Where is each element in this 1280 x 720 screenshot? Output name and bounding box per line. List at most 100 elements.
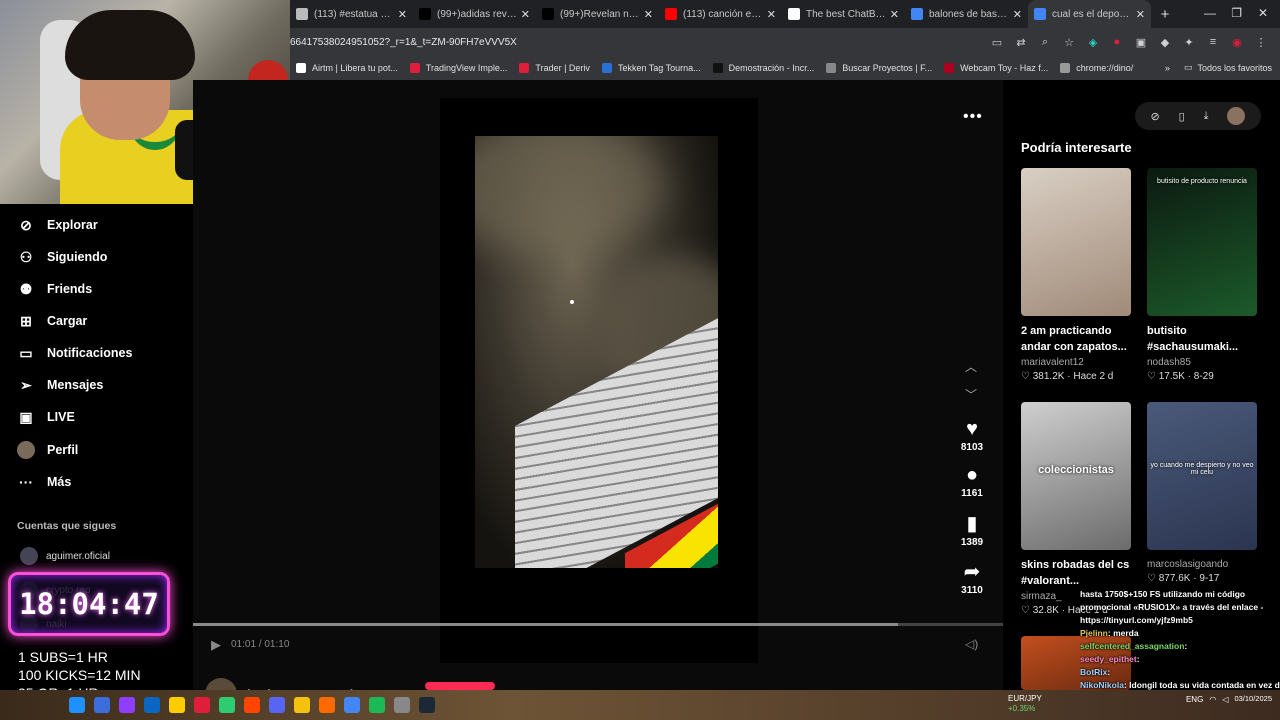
extension-icon[interactable]: ● — [1110, 36, 1124, 48]
followed-account[interactable]: aguimer.oficial — [20, 547, 110, 565]
sidebar-item-cargar[interactable]: ⊞ Cargar — [17, 312, 87, 330]
bookmark-item[interactable]: Trader | Deriv — [519, 63, 590, 73]
close-tab-icon[interactable]: ✕ — [1013, 8, 1022, 21]
extension-icon[interactable]: ◆ — [1158, 36, 1172, 49]
taskbar-app-icon[interactable] — [194, 697, 210, 713]
taskbar-app-icon[interactable] — [294, 697, 310, 713]
video-thumbnail[interactable]: yo cuando me despierto y no veo mi celu — [1147, 402, 1257, 550]
card-author[interactable]: nodash85 — [1147, 357, 1257, 368]
extension-icon[interactable]: ◈ — [1086, 36, 1100, 49]
phone-icon[interactable]: ▯ — [1179, 110, 1185, 123]
recommendation-card[interactable]: 2 am practicando andar con zapatos... mar… — [1021, 168, 1131, 382]
url-field[interactable]: 66417538024951052?_r=1&_t=ZM-90FH7eVVV5X — [290, 37, 990, 48]
sidebar-item-mensajes[interactable]: ➢ Mensajes — [17, 376, 103, 394]
taskbar-app-icon[interactable] — [269, 697, 285, 713]
compass-icon[interactable]: ⊘ — [1150, 110, 1159, 123]
chevron-up-icon[interactable]: ︿ — [965, 358, 977, 375]
recommendation-card[interactable]: coleccionistas skins robadas del cs #valo… — [1021, 402, 1131, 616]
taskbar-app-icon[interactable] — [369, 697, 385, 713]
follow-button[interactable] — [425, 682, 495, 690]
video-progress-bar[interactable] — [193, 623, 1003, 626]
reading-list-icon[interactable]: ≡ — [1206, 36, 1220, 48]
play-icon[interactable]: ▶ — [211, 637, 221, 653]
browser-tab[interactable]: (99+)adidas revealed ✕ — [413, 0, 536, 28]
sidebar-item-siguiendo[interactable]: ⚇ Siguiendo — [17, 248, 108, 266]
puzzle-icon[interactable]: ✦ — [1182, 36, 1196, 49]
browser-tab[interactable]: The best ChatBot an ✕ — [782, 0, 905, 28]
comment-button[interactable]: ● 1161 — [955, 464, 989, 499]
share-button[interactable]: ➦ 3110 — [955, 561, 989, 596]
all-bookmarks-button[interactable]: » ▭ Todos los favoritos — [1165, 62, 1272, 73]
browser-tab[interactable]: balones de basquetb ✕ — [905, 0, 1028, 28]
video-player[interactable] — [475, 136, 718, 568]
sidebar-item-ms[interactable]: ··· Más — [17, 473, 71, 491]
taskbar-app-icon[interactable] — [419, 697, 435, 713]
sidebar-item-notificaciones[interactable]: ▭ Notificaciones — [17, 344, 132, 362]
chevron-right-icon[interactable]: » — [1165, 63, 1170, 73]
cast-icon[interactable]: ▭ — [990, 36, 1004, 49]
volume-icon[interactable]: ◁) — [965, 637, 978, 651]
bookmark-item[interactable]: Tekken Tag Tourna... — [601, 63, 701, 73]
fx-widget[interactable]: EUR/JPY +0.35% — [1008, 694, 1042, 714]
browser-tab[interactable]: (113) canción exped ✕ — [659, 0, 782, 28]
taskbar-app-icon[interactable] — [169, 697, 185, 713]
speaker-icon[interactable]: ◁ — [1222, 695, 1228, 704]
bookmark-item[interactable]: chrome://dino/ — [1060, 63, 1133, 73]
close-icon[interactable]: ✕ — [1258, 6, 1268, 20]
taskbar-app-icon[interactable] — [119, 697, 135, 713]
close-tab-icon[interactable]: ✕ — [398, 8, 407, 21]
save-button[interactable]: ▮ 1389 — [955, 513, 989, 548]
bookmark-item[interactable]: Webcam Toy - Haz f... — [944, 63, 1048, 73]
bookmark-item[interactable]: Demostración - Incr... — [712, 63, 814, 73]
browser-tab[interactable]: (99+)Revelan nueva f ✕ — [536, 0, 659, 28]
card-title[interactable]: butisito #sachausumaki... — [1147, 323, 1257, 355]
card-author[interactable]: marcoslasigoando — [1147, 559, 1257, 570]
taskbar-app-icon[interactable] — [69, 697, 85, 713]
taskbar-app-icon[interactable] — [219, 697, 235, 713]
menu-kebab-icon[interactable]: ⋮ — [1254, 36, 1268, 49]
taskbar-app-icon[interactable] — [94, 697, 110, 713]
chevron-down-icon[interactable]: ﹀ — [965, 386, 977, 403]
close-tab-icon[interactable]: ✕ — [521, 8, 530, 21]
taskbar-app-icon[interactable] — [319, 697, 335, 713]
bookmark-item[interactable]: Buscar Proyectos | F... — [826, 63, 932, 73]
card-title[interactable]: skins robadas del cs #valorant... — [1021, 557, 1131, 589]
more-options-icon[interactable]: ••• — [963, 108, 983, 126]
extension-icon[interactable]: ▣ — [1134, 36, 1148, 49]
sidebar-item-live[interactable]: ▣ LIVE — [17, 408, 74, 426]
maximize-icon[interactable]: ❐ — [1231, 6, 1242, 20]
recommendation-card[interactable]: yo cuando me despierto y no veo mi celu m… — [1147, 402, 1257, 584]
close-tab-icon[interactable]: ✕ — [644, 8, 653, 21]
close-tab-icon[interactable]: ✕ — [767, 8, 776, 21]
new-tab-button[interactable]: + — [1151, 6, 1179, 23]
bookmark-star-icon[interactable]: ☆ — [1062, 36, 1076, 49]
video-thumbnail[interactable] — [1021, 168, 1131, 316]
taskbar-app-icon[interactable] — [144, 697, 160, 713]
taskbar-app-icon[interactable] — [244, 697, 260, 713]
like-button[interactable]: ♥ 8103 — [955, 418, 989, 453]
profile-icon[interactable]: ◉ — [1230, 36, 1244, 49]
tray-date[interactable]: 03/10/2025 — [1234, 694, 1272, 704]
sidebar-item-friends[interactable]: ⚉ Friends — [17, 280, 92, 298]
bookmark-item[interactable]: Airtm | Libera tu pot... — [296, 63, 398, 73]
card-author[interactable]: mariavalent12 — [1021, 357, 1131, 368]
sidebar-item-perfil[interactable]: Perfil — [17, 441, 78, 459]
close-tab-icon[interactable]: ✕ — [890, 8, 899, 21]
sidebar-item-explorar[interactable]: ⊘ Explorar — [17, 216, 98, 234]
card-title[interactable]: 2 am practicando andar con zapatos... — [1021, 323, 1131, 355]
taskbar-app-icon[interactable] — [344, 697, 360, 713]
recommendation-card[interactable]: butisito de producto renuncia butisito #s… — [1147, 168, 1257, 382]
download-icon[interactable]: ⤓ — [1204, 110, 1209, 123]
close-tab-icon[interactable]: ✕ — [1136, 8, 1145, 21]
language-indicator[interactable]: ENG — [1186, 695, 1203, 704]
browser-tab[interactable]: cual es el deporte m ✕ — [1028, 0, 1151, 28]
avatar[interactable] — [1227, 107, 1246, 125]
bookmark-item[interactable]: TradingView Imple... — [409, 63, 507, 73]
wifi-icon[interactable]: ◠ — [1209, 695, 1216, 704]
video-thumbnail[interactable]: butisito de producto renuncia — [1147, 168, 1257, 316]
minimize-icon[interactable]: — — [1204, 6, 1216, 20]
translate-icon[interactable]: ⇄ — [1014, 36, 1028, 49]
browser-tab[interactable]: (113) #estatua #won ✕ — [290, 0, 413, 28]
zoom-icon[interactable]: ⌕ — [1038, 36, 1052, 49]
video-thumbnail[interactable]: coleccionistas — [1021, 402, 1131, 550]
